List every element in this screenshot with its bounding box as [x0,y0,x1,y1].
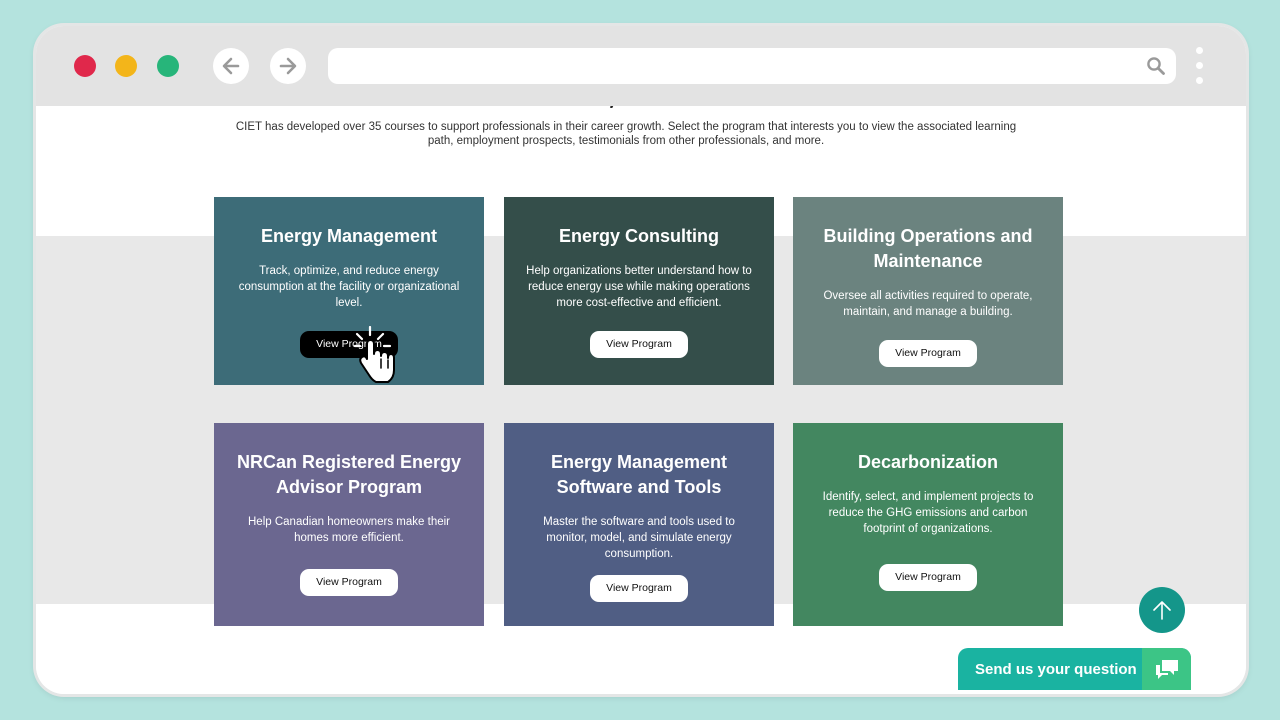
kebab-menu-icon[interactable] [1194,47,1204,87]
address-bar[interactable] [328,48,1176,84]
view-program-button[interactable]: View Program [300,569,398,596]
browser-toolbar [36,26,1246,106]
minimize-window-dot[interactable] [115,55,137,77]
card-description: Help Canadian homeowners make their home… [248,516,450,544]
card-building-operations: Building Operations and Maintenance Over… [793,197,1063,385]
browser-window: CIET has developed over 35 courses to su… [36,26,1246,694]
card-title: Decarbonization [857,452,999,472]
card-description: Track, optimize, and reduce energy consu… [238,265,460,309]
back-button[interactable] [213,48,249,84]
card-title: Energy Consulting [558,226,719,246]
card-energy-management: Energy Management Track, optimize, and r… [214,197,484,385]
card-description: Master the software and tools used to mo… [543,516,735,560]
view-program-button[interactable]: View Program [590,331,688,358]
scroll-to-top-button[interactable] [1139,587,1185,633]
chat-bubbles-icon [1142,648,1191,690]
pointer-hand-icon [354,326,395,383]
view-program-button[interactable]: View Program [879,564,977,591]
arrow-up-icon [1153,601,1171,620]
card-title: NRCan Registered Energy Advisor Program [236,452,462,497]
card-description: Oversee all activities required to opera… [823,290,1033,318]
intro-text: CIET has developed over 35 courses to su… [235,121,1017,147]
card-nrcan-energy-advisor: NRCan Registered Energy Advisor Program … [214,423,484,626]
clipped-heading-fragment [609,106,614,108]
card-decarbonization: Decarbonization Identify, select, and im… [793,423,1063,626]
card-title: Energy Management [260,226,438,246]
send-question-label: Send us your question [975,660,1137,678]
view-program-button[interactable]: View Program [879,340,977,367]
search-icon[interactable] [1146,56,1166,76]
card-energy-consulting: Energy Consulting Help organizations bet… [504,197,774,385]
close-window-dot[interactable] [74,55,96,77]
card-description: Help organizations better understand how… [526,265,752,309]
card-title: Energy Management Software and Tools [550,452,728,497]
card-energy-software-tools: Energy Management Software and Tools Mas… [504,423,774,626]
card-title: Building Operations and Maintenance [823,226,1033,271]
forward-button[interactable] [270,48,306,84]
card-description: Identify, select, and implement projects… [822,491,1034,535]
arrow-right-icon [279,57,297,75]
send-question-button[interactable]: Send us your question [958,648,1191,690]
view-program-button[interactable]: View Program [590,575,688,602]
arrow-left-icon [222,57,240,75]
maximize-window-dot[interactable] [157,55,179,77]
